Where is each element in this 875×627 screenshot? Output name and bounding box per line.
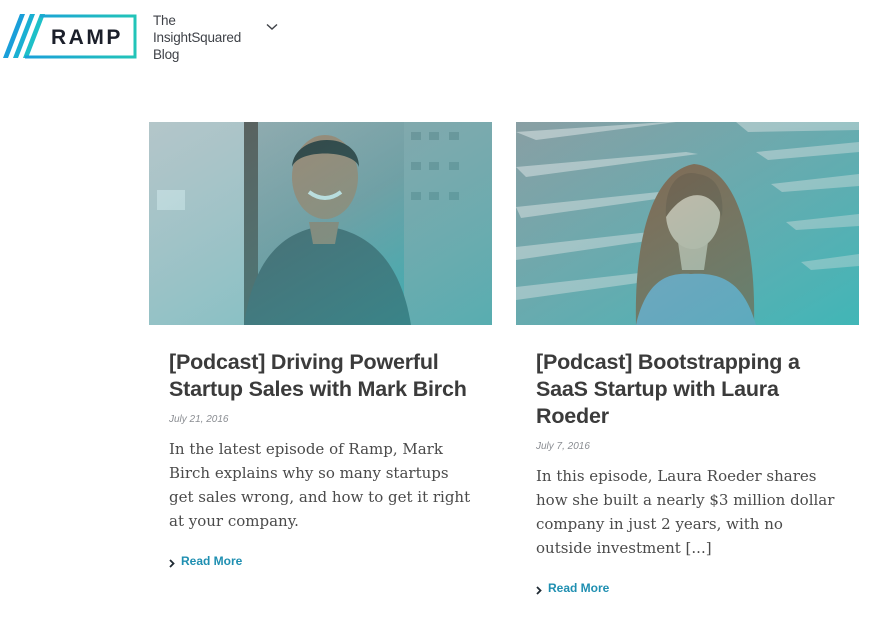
portrait-woman-stairs-photo — [516, 122, 859, 325]
chevron-down-icon[interactable] — [266, 18, 282, 32]
tagline-line: InsightSquared — [153, 30, 242, 45]
chevron-right-icon — [169, 557, 175, 568]
post-thumbnail[interactable] — [516, 122, 859, 325]
portrait-smiling-man-photo — [149, 122, 492, 325]
post-date: July 21, 2016 — [169, 414, 229, 425]
post-excerpt: In the latest episode of Ramp, Mark Birc… — [169, 440, 471, 530]
tagline-line: The — [153, 13, 176, 28]
post-title[interactable]: [Podcast] Driving Powerful Startup Sales… — [169, 349, 472, 403]
read-more-label: Read More — [181, 554, 243, 568]
blog-tagline: The InsightSquared Blog — [153, 12, 241, 63]
post-date: July 7, 2016 — [536, 441, 590, 452]
post-card: [Podcast] Bootstrapping a SaaS Startup w… — [516, 122, 859, 600]
read-more-link[interactable]: Read More — [169, 554, 242, 568]
read-more-label: Read More — [548, 581, 610, 595]
chevron-right-icon — [536, 584, 542, 595]
ramp-logo[interactable]: RAMP — [3, 14, 137, 59]
post-excerpt: In this episode, Laura Roeder shares how… — [536, 467, 835, 557]
tagline-line: Blog — [153, 47, 180, 62]
post-card: [Podcast] Driving Powerful Startup Sales… — [149, 122, 492, 573]
post-thumbnail[interactable] — [149, 122, 492, 325]
post-title[interactable]: [Podcast] Bootstrapping a SaaS Startup w… — [536, 349, 839, 430]
read-more-link[interactable]: Read More — [536, 581, 609, 595]
logo-wordmark: RAMP — [51, 26, 123, 49]
